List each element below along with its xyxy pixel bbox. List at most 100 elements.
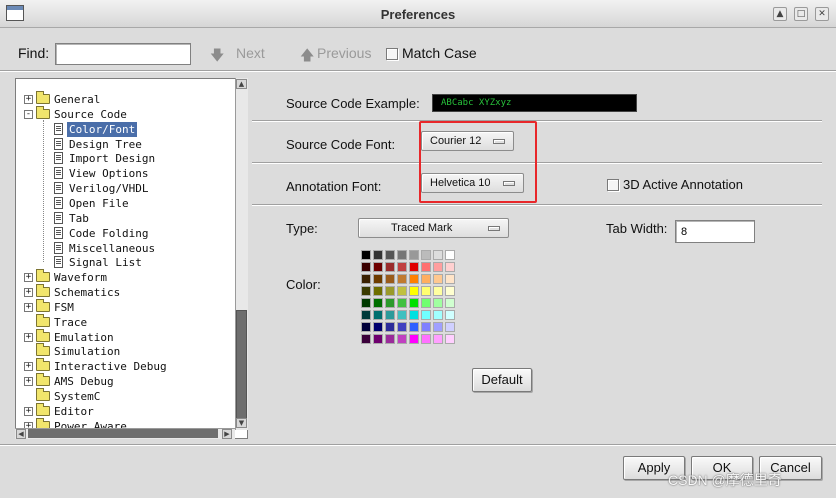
expand-icon[interactable]: +	[24, 302, 33, 312]
color-swatch[interactable]	[433, 274, 443, 284]
tree-item[interactable]: + FSM	[16, 298, 236, 315]
tree-item[interactable]: + AMS Debug	[16, 373, 236, 389]
color-swatch[interactable]	[421, 250, 431, 260]
color-swatch[interactable]	[445, 286, 455, 296]
color-swatch[interactable]	[373, 250, 383, 260]
color-swatch[interactable]	[361, 274, 371, 284]
expand-icon[interactable]: +	[24, 332, 33, 342]
color-swatch[interactable]	[409, 298, 419, 308]
arrow-down-icon[interactable]: 🡇	[210, 45, 224, 69]
tree-item[interactable]: + Interactive Debug	[16, 358, 236, 374]
color-swatch[interactable]	[421, 322, 431, 332]
color-swatch[interactable]	[385, 250, 395, 260]
color-swatch[interactable]	[397, 262, 407, 272]
color-swatch[interactable]	[373, 286, 383, 296]
color-swatch[interactable]	[397, 274, 407, 284]
maximize-icon[interactable]: □	[794, 7, 808, 21]
category-tree[interactable]: + General - Source Code Color/Font Design Tre…	[15, 78, 248, 439]
color-swatch[interactable]	[409, 322, 419, 332]
color-swatch[interactable]	[385, 322, 395, 332]
color-swatch[interactable]	[445, 298, 455, 308]
tree-item[interactable]: Code Folding	[16, 226, 236, 241]
tree-item[interactable]: Verilog/VHDL	[16, 181, 236, 196]
color-swatch[interactable]	[397, 334, 407, 344]
color-swatch[interactable]	[433, 262, 443, 272]
minimize-icon[interactable]: ▲	[773, 7, 787, 21]
color-swatch[interactable]	[445, 322, 455, 332]
color-swatch[interactable]	[433, 322, 443, 332]
color-swatch[interactable]	[409, 274, 419, 284]
tree-item[interactable]: Simulation	[16, 343, 236, 359]
color-swatch[interactable]	[361, 262, 371, 272]
expand-icon[interactable]: +	[24, 362, 33, 372]
color-swatch[interactable]	[385, 298, 395, 308]
color-swatch[interactable]	[373, 310, 383, 320]
tab-width-input[interactable]	[675, 220, 755, 243]
color-swatch[interactable]	[385, 334, 395, 344]
color-swatch[interactable]	[397, 310, 407, 320]
tree-item[interactable]: + Waveform	[16, 269, 236, 285]
color-swatch[interactable]	[385, 262, 395, 272]
tree-item[interactable]: View Options	[16, 166, 236, 181]
color-swatch[interactable]	[421, 310, 431, 320]
tree-item[interactable]: Import Design	[16, 151, 236, 166]
color-swatch[interactable]	[373, 334, 383, 344]
color-swatch[interactable]	[373, 262, 383, 272]
color-swatch[interactable]	[373, 298, 383, 308]
color-swatch[interactable]	[445, 262, 455, 272]
color-swatch[interactable]	[421, 298, 431, 308]
scroll-up-icon[interactable]: ▲	[236, 79, 247, 89]
color-swatch[interactable]	[385, 274, 395, 284]
color-swatch[interactable]	[373, 274, 383, 284]
tree-item[interactable]: + Schematics	[16, 284, 236, 300]
color-swatch[interactable]	[361, 334, 371, 344]
color-swatch[interactable]	[385, 286, 395, 296]
color-swatch[interactable]	[409, 262, 419, 272]
color-swatch[interactable]	[433, 298, 443, 308]
tree-item[interactable]: + Emulation	[16, 328, 236, 345]
color-swatch[interactable]	[361, 286, 371, 296]
color-swatch[interactable]	[361, 250, 371, 260]
close-icon[interactable]: ✕	[815, 7, 829, 21]
color-swatch[interactable]	[421, 274, 431, 284]
color-swatch[interactable]	[433, 286, 443, 296]
type-menu[interactable]: Traced Mark	[358, 218, 509, 238]
color-swatch[interactable]	[361, 310, 371, 320]
color-swatch[interactable]	[361, 322, 371, 332]
collapse-icon[interactable]: -	[24, 109, 33, 119]
color-swatch[interactable]	[421, 262, 431, 272]
tree-item[interactable]: Color/Font	[16, 121, 236, 137]
expand-icon[interactable]: +	[24, 95, 33, 104]
color-swatch[interactable]	[361, 298, 371, 308]
color-swatch[interactable]	[397, 322, 407, 332]
next-button[interactable]: Next	[236, 45, 265, 61]
tree-item[interactable]: + General	[16, 91, 236, 107]
color-swatch[interactable]	[409, 250, 419, 260]
color-swatch[interactable]	[409, 334, 419, 344]
tree-item[interactable]: Tab	[16, 211, 236, 226]
color-swatch[interactable]	[397, 250, 407, 260]
color-swatch[interactable]	[433, 334, 443, 344]
color-swatch[interactable]	[433, 310, 443, 320]
3d-active-annotation-checkbox[interactable]	[607, 179, 619, 191]
color-swatch[interactable]	[421, 286, 431, 296]
scroll-right-icon[interactable]: ▶	[222, 429, 232, 439]
tree-item[interactable]: Miscellaneous	[16, 241, 236, 256]
color-swatch[interactable]	[421, 334, 431, 344]
find-input[interactable]	[55, 43, 191, 65]
color-swatch[interactable]	[397, 286, 407, 296]
color-swatch[interactable]	[397, 298, 407, 308]
color-swatch[interactable]	[445, 250, 455, 260]
tree-item[interactable]: - Source Code	[16, 105, 236, 122]
color-swatch[interactable]	[445, 334, 455, 344]
color-swatch[interactable]	[409, 310, 419, 320]
tree-vertical-scroll-thumb[interactable]	[236, 310, 247, 422]
color-swatch[interactable]	[445, 274, 455, 284]
expand-icon[interactable]: +	[24, 288, 33, 298]
expand-icon[interactable]: +	[24, 273, 33, 283]
tree-item[interactable]: + Editor	[16, 402, 236, 419]
default-button[interactable]: Default	[472, 368, 532, 392]
color-swatch[interactable]	[373, 322, 383, 332]
tree-item[interactable]: Design Tree	[16, 137, 236, 152]
tree-item[interactable]: Open File	[16, 196, 236, 211]
